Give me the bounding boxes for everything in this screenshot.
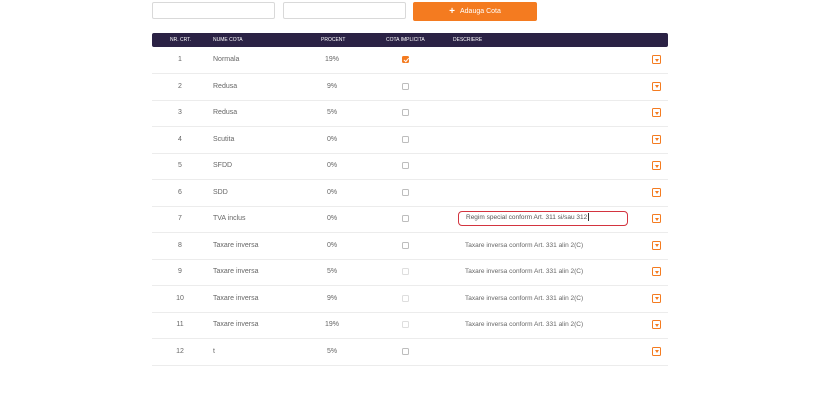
cell-nr: 1 xyxy=(178,56,182,63)
cell-procent: 9% xyxy=(326,82,338,90)
row-dropdown-icon[interactable] xyxy=(652,134,661,144)
row-dropdown-icon[interactable] xyxy=(652,293,661,303)
table-row: 12 t 5% xyxy=(152,339,668,366)
cell-nume: Taxare inversa xyxy=(213,268,259,275)
cota-implicita-checkbox[interactable] xyxy=(402,268,409,275)
cota-implicita-checkbox[interactable] xyxy=(402,82,409,90)
cell-nr: 6 xyxy=(178,188,182,196)
cell-nr: 8 xyxy=(178,241,182,249)
cell-nume: SFDD xyxy=(213,162,233,169)
cell-nume: Redusa xyxy=(213,82,238,90)
cota-implicita-checkbox[interactable] xyxy=(402,215,409,222)
cell-descriere: Taxare inversa conform Art. 331 alin 2(C… xyxy=(465,268,584,275)
row-dropdown-icon[interactable] xyxy=(652,240,661,250)
cell-procent: 0% xyxy=(326,135,338,143)
table-row: 4 Scutita 0% xyxy=(152,127,668,154)
filter-input-2[interactable] xyxy=(283,2,406,19)
cell-nume: Taxare inversa xyxy=(213,321,259,328)
cell-nume: Redusa xyxy=(213,109,238,116)
cell-nr: 11 xyxy=(176,321,184,328)
row-dropdown-icon[interactable] xyxy=(652,187,661,197)
table-row: 11 Taxare inversa 19% Taxare inversa confor… xyxy=(152,312,668,339)
cell-procent: 5% xyxy=(326,347,338,355)
cota-implicita-checkbox[interactable] xyxy=(402,56,409,63)
cell-nume: TVA inclus xyxy=(213,215,246,222)
descriere-edit-input[interactable]: Regim special conform Art. 311 si/sau 31… xyxy=(458,211,628,226)
row-dropdown-icon[interactable] xyxy=(652,161,661,170)
cell-nume: SDD xyxy=(213,188,228,196)
cell-nr: 2 xyxy=(178,82,182,90)
cell-descriere: Taxare inversa conform Art. 331 alin 2(C… xyxy=(465,321,584,328)
header-nume: NUME COTA xyxy=(213,37,243,43)
table-row: 7 TVA inclus 0% Regim special conform Art. … xyxy=(152,206,668,233)
table-row: 9 Taxare inversa 5% Taxare inversa conform … xyxy=(152,259,668,286)
cell-descriere: Taxare inversa conform Art. 331 alin 2(C… xyxy=(465,241,584,249)
cell-procent: 19% xyxy=(324,56,339,63)
row-dropdown-icon[interactable] xyxy=(652,346,661,356)
cell-nr: 3 xyxy=(178,109,182,116)
cell-nume: Taxare inversa xyxy=(213,294,259,302)
table-row: 1 Normala 19% xyxy=(152,47,668,74)
cell-descriere: Taxare inversa conform Art. 331 alin 2(C… xyxy=(465,294,584,302)
cell-nr: 10 xyxy=(176,294,184,302)
cota-implicita-checkbox[interactable] xyxy=(402,321,409,328)
cell-procent: 0% xyxy=(326,215,338,222)
cota-implicita-checkbox[interactable] xyxy=(402,162,409,169)
cell-procent: 0% xyxy=(326,241,338,249)
table-row: 10 Taxare inversa 9% Taxare inversa conform… xyxy=(152,286,668,313)
cota-implicita-checkbox[interactable] xyxy=(402,135,409,143)
cota-implicita-checkbox[interactable] xyxy=(402,109,409,116)
header-descriere: DESCRIERE xyxy=(453,37,483,43)
row-dropdown-icon[interactable] xyxy=(652,320,661,329)
cell-nume: Taxare inversa xyxy=(213,241,259,249)
add-cota-label: Adauga Cota xyxy=(459,8,501,15)
row-dropdown-icon[interactable] xyxy=(652,81,661,91)
table-row: 5 SFDD 0% xyxy=(152,153,668,180)
cell-nr: 12 xyxy=(176,347,184,355)
plus-icon: + xyxy=(449,5,455,17)
cell-procent: 0% xyxy=(326,188,338,196)
cell-nr: 5 xyxy=(178,162,182,169)
filter-input-1[interactable] xyxy=(152,2,275,19)
cell-procent: 5% xyxy=(326,268,338,275)
cota-implicita-checkbox[interactable] xyxy=(402,294,409,302)
header-cota-implicita: COTA IMPLICITA xyxy=(386,37,425,43)
cota-implicita-checkbox[interactable] xyxy=(402,241,409,249)
cota-implicita-checkbox[interactable] xyxy=(402,347,409,355)
row-dropdown-icon[interactable] xyxy=(652,108,661,117)
text-caret xyxy=(588,213,590,222)
cell-nr: 9 xyxy=(178,268,182,275)
cota-implicita-checkbox[interactable] xyxy=(402,188,409,196)
add-cota-button[interactable]: + Adauga Cota xyxy=(413,2,537,21)
cell-nr: 7 xyxy=(178,215,182,222)
header-procent: PROCENT xyxy=(321,37,346,43)
table-row: 2 Redusa 9% xyxy=(152,74,668,101)
cell-nume: Normala xyxy=(213,56,240,63)
cell-nr: 4 xyxy=(178,135,182,143)
descriere-edit-value: Regim special conform Art. 311 si/sau 31… xyxy=(466,214,588,221)
table-row: 8 Taxare inversa 0% Taxare inversa conform … xyxy=(152,233,668,260)
cell-nume: t xyxy=(213,347,215,355)
row-dropdown-icon[interactable] xyxy=(652,214,661,223)
cell-procent: 19% xyxy=(324,321,339,328)
row-dropdown-icon[interactable] xyxy=(652,55,661,64)
header-nr: NR. CRT. xyxy=(170,37,192,43)
cell-nume: Scutita xyxy=(213,135,235,143)
cell-procent: 0% xyxy=(326,162,338,169)
table-row: 6 SDD 0% xyxy=(152,180,668,207)
table-row: 3 Redusa 5% xyxy=(152,100,668,127)
row-dropdown-icon[interactable] xyxy=(652,267,661,276)
cell-procent: 5% xyxy=(326,109,338,116)
cell-procent: 9% xyxy=(326,294,338,302)
